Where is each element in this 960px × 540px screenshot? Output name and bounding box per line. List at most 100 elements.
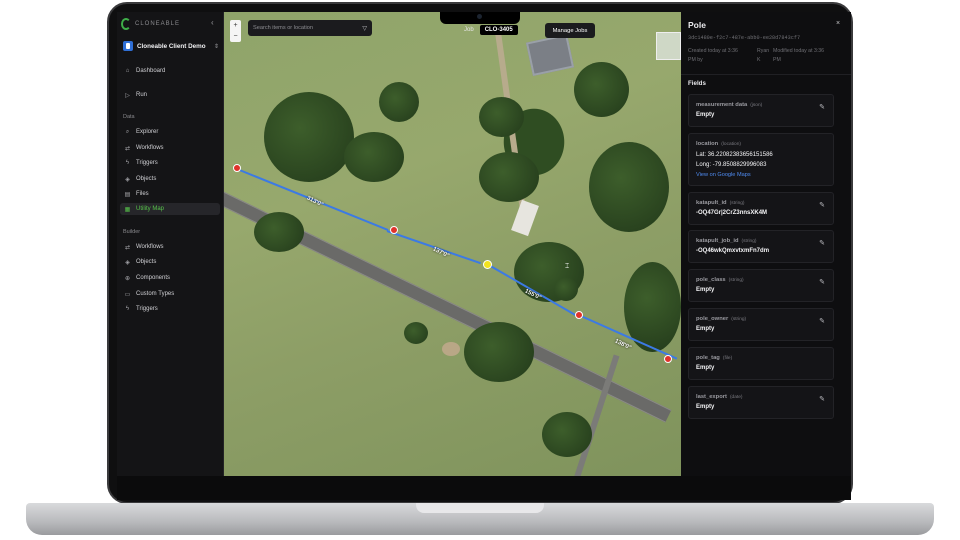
edit-icon[interactable]: ✎ — [819, 239, 825, 247]
longitude-value: Long: -79.8508829996083 — [696, 162, 767, 168]
edit-icon[interactable]: ✎ — [819, 103, 825, 111]
cloneable-logo-icon — [121, 18, 131, 30]
zoom-in-button[interactable]: + — [230, 20, 241, 31]
cube-icon: ◈ — [125, 259, 130, 266]
field-card: pole_owner (string) Empty ✎ — [688, 308, 834, 341]
satellite-map[interactable]: 313'0" 137'0" 155'0" 138'0" + − Search i… — [224, 12, 681, 476]
latitude-value: Lat: 36.22082383656151586 — [696, 152, 773, 158]
edit-icon[interactable]: ✎ — [819, 317, 825, 325]
lightning-icon: ϟ — [125, 306, 130, 312]
sidebar-item-label: Objects — [136, 176, 157, 182]
sidebar-item-label: Custom Types — [136, 291, 175, 297]
pole-marker[interactable] — [233, 164, 241, 172]
field-name: pole_owner (string) — [696, 316, 747, 322]
detail-panel: Pole × 3dc1480e-f2c7-487e-abb0-ee28d7843… — [681, 12, 851, 476]
sidebar-item-label: Run — [136, 92, 148, 98]
sidebar-item-run[interactable]: ▷ Run — [120, 89, 220, 101]
brand[interactable]: CLONEABLE — [121, 16, 180, 32]
created-line: Created today at 3:36 — [688, 48, 738, 54]
tree-cluster — [344, 132, 404, 182]
field-card: measurement data (json) Empty ✎ — [688, 94, 834, 127]
sidebar-item-triggers[interactable]: ϟ Triggers — [120, 157, 220, 169]
field-card: pole_tag (file) Empty — [688, 347, 834, 380]
field-name: pole_tag (file) — [696, 355, 733, 361]
chevron-updown-icon: ⇕ — [213, 43, 219, 50]
search-placeholder: Search items or location — [253, 25, 314, 31]
field-name: measurement data (json) — [696, 102, 763, 108]
workspace-switcher[interactable]: Cloneable Client Demo ⇕ — [123, 39, 219, 53]
sidebar-item-label: Explorer — [136, 129, 159, 135]
manage-jobs-button[interactable]: Manage Jobs — [545, 23, 595, 38]
google-maps-link[interactable]: View on Google Maps — [696, 172, 751, 178]
modified-line: PM — [773, 57, 781, 63]
span-length-label: 138'0" — [613, 338, 633, 352]
field-card: katapult_job_id (string) -OQ46wkQmxvtxmFn… — [688, 230, 834, 263]
author-meta: Ryan K — [757, 47, 769, 65]
play-icon: ▷ — [125, 92, 130, 99]
brand-name: CLONEABLE — [135, 21, 181, 27]
field-name: last_export (date) — [696, 394, 743, 400]
job-indicator: Job CLO-3405 — [464, 24, 518, 36]
type-icon: ▭ — [124, 291, 131, 298]
selected-pole-marker[interactable] — [482, 259, 492, 269]
zoom-controls: + − — [230, 20, 241, 42]
laptop-chin — [117, 476, 851, 500]
job-id[interactable]: CLO-3405 — [479, 25, 518, 35]
sidebar-item-label: Files — [136, 191, 149, 197]
sidebar-item-components[interactable]: ⊕ Components — [120, 272, 220, 284]
edit-icon[interactable]: ✎ — [819, 201, 825, 209]
sidebar-item-dashboard[interactable]: ⌂ Dashboard — [120, 65, 220, 77]
field-card: last_export (date) Empty ✎ — [688, 386, 834, 419]
field-value: -OQ46wkQmxvtxmFn7dm — [696, 248, 770, 254]
sidebar-item-builder-triggers[interactable]: ϟ Triggers — [120, 303, 220, 315]
sidebar-item-workflows[interactable]: ⇄ Workflows — [120, 142, 220, 154]
pole-marker[interactable] — [575, 311, 583, 319]
field-card: location (location) Lat: 36.2208238365615… — [688, 133, 834, 186]
modified-meta: Modified today at 3:36 PM — [773, 47, 824, 65]
sidebar-item-utility-map[interactable]: ▦ Utility Map — [120, 203, 220, 215]
sidebar-item-label: Dashboard — [136, 68, 166, 74]
sidebar-item-objects[interactable]: ◈ Objects — [120, 173, 220, 185]
sidebar: CLONEABLE ‹ Cloneable Client Demo ⇕ ⌂ Da… — [117, 12, 224, 476]
screen: CLONEABLE ‹ Cloneable Client Demo ⇕ ⌂ Da… — [117, 12, 851, 476]
field-value: Empty — [696, 287, 715, 293]
dirt-patch — [442, 342, 460, 356]
map-style-thumbnail[interactable] — [656, 32, 681, 60]
tree-cluster — [479, 97, 524, 137]
tree-cluster — [264, 92, 354, 182]
zoom-out-button[interactable]: − — [230, 31, 241, 42]
tree-cluster — [574, 62, 629, 117]
section-label-data: Data — [123, 114, 135, 120]
tree-cluster — [554, 277, 578, 301]
edit-icon[interactable]: ✎ — [819, 395, 825, 403]
camera-icon — [477, 14, 482, 19]
sidebar-item-label: Triggers — [136, 306, 158, 312]
workspace-icon — [123, 41, 133, 51]
laptop-frame: CLONEABLE ‹ Cloneable Client Demo ⇕ ⌂ Da… — [0, 0, 960, 540]
sidebar-item-custom-types[interactable]: ▭ Custom Types — [120, 288, 220, 300]
edit-icon[interactable]: ✎ — [819, 278, 825, 286]
sidebar-item-explorer[interactable]: ⌕ Explorer — [120, 126, 220, 138]
workspace-name: Cloneable Client Demo — [137, 42, 206, 50]
tree-cluster — [404, 322, 428, 344]
field-name: location (location) — [696, 141, 741, 147]
created-line: PM by — [688, 57, 703, 63]
sidebar-item-builder-workflows[interactable]: ⇄ Workflows — [120, 241, 220, 253]
pole-marker[interactable] — [664, 355, 672, 363]
sidebar-item-label: Workflows — [136, 145, 164, 151]
field-name: katapult_id (string) — [696, 200, 745, 206]
field-value: Empty — [696, 112, 715, 118]
shed-roof — [511, 199, 539, 237]
collapse-sidebar-icon[interactable]: ‹ — [211, 18, 214, 27]
house-roof — [525, 34, 575, 76]
close-icon[interactable]: × — [836, 20, 840, 27]
fields-heading: Fields — [688, 80, 706, 87]
filter-icon[interactable]: ▽ — [362, 25, 367, 32]
pole-marker[interactable] — [390, 226, 398, 234]
map-search-input[interactable]: Search items or location ▽ — [248, 20, 372, 36]
sidebar-item-builder-objects[interactable]: ◈ Objects — [120, 256, 220, 268]
field-name: katapult_job_id (string) — [696, 238, 757, 244]
sidebar-item-files[interactable]: ▤ Files — [120, 188, 220, 200]
object-id: 3dc1480e-f2c7-487e-abb0-ee28d7843cf7 — [688, 35, 801, 41]
created-meta: Created today at 3:36 PM by — [688, 47, 738, 65]
